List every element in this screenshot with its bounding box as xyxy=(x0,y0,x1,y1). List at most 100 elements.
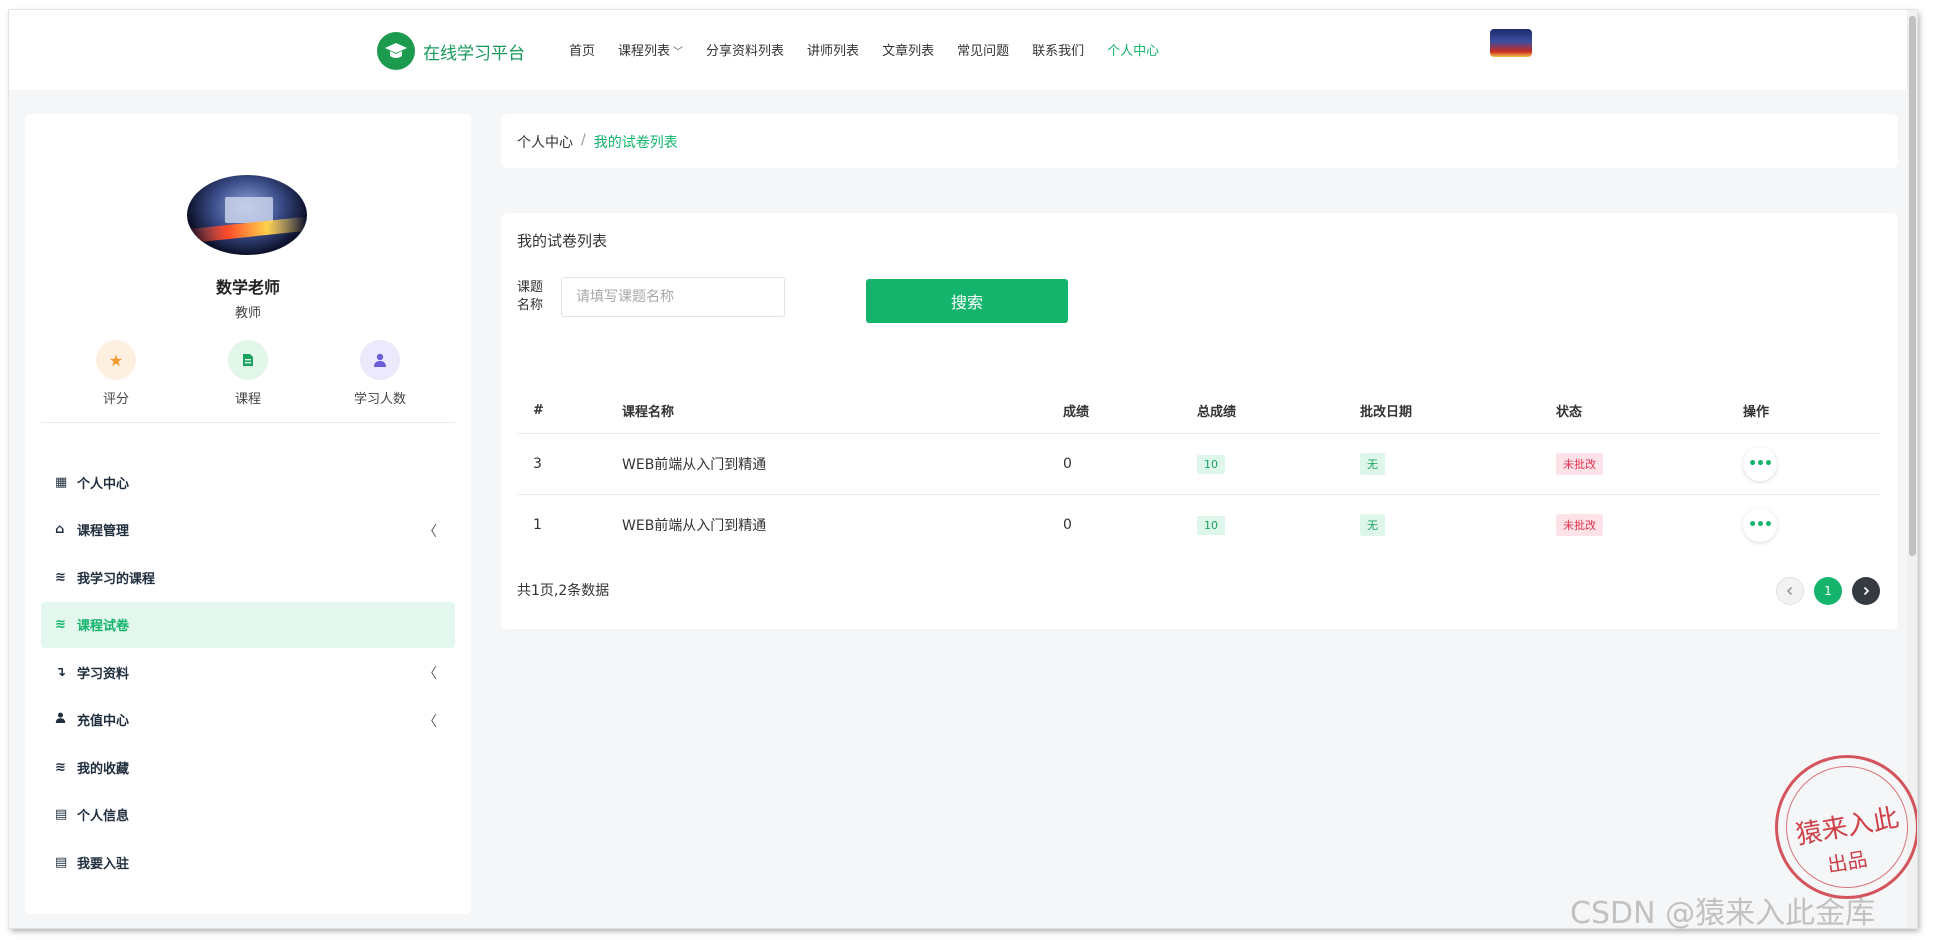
table-row: 3 WEB前端从入门到精通 0 10 无 未批改 ••• xyxy=(517,434,1881,495)
total-score-badge: 10 xyxy=(1197,454,1225,474)
level-down-icon: ↴ xyxy=(55,664,66,680)
brand-name: 在线学习平台 xyxy=(423,43,525,64)
sidebar-item-course-management[interactable]: ⌂ 课程管理 〈 xyxy=(41,507,455,553)
page-button-current[interactable]: 1 xyxy=(1814,577,1842,605)
layers-icon: ≋ xyxy=(55,569,66,585)
more-actions-button[interactable]: ••• xyxy=(1743,508,1777,542)
stat-rating[interactable]: ★ 评分 xyxy=(76,340,156,407)
sidebar-item-label: 我要入驻 xyxy=(77,856,130,872)
user-icon xyxy=(55,712,77,727)
exam-table: # 课程名称 成绩 总成绩 批改日期 状态 操作 3 WEB前端从入门到精通 0… xyxy=(517,388,1881,555)
chevron-left-icon: 〈 xyxy=(423,523,437,540)
profile-name: 数学老师 xyxy=(215,278,280,297)
brand[interactable]: 在线学习平台 xyxy=(377,32,525,70)
search-button[interactable]: 搜索 xyxy=(866,279,1068,323)
nav-articles[interactable]: 文章列表 xyxy=(882,40,934,59)
sidebar-item-recharge-center[interactable]: 充值中心 〈 xyxy=(41,697,455,743)
layers-icon: ≋ xyxy=(55,617,66,632)
search-input[interactable] xyxy=(561,277,785,317)
nav-lecturers[interactable]: 讲师列表 xyxy=(807,40,859,59)
sidebar: 数学老师 教师 ★ 评分 课程 学习人数 ▦ 个人中心 ⌂ 课程管理 〈 ≋ 我… xyxy=(25,114,471,914)
status-badge: 未批改 xyxy=(1556,453,1603,475)
id-card-icon: ▤ xyxy=(55,807,68,822)
cell-index: 1 xyxy=(533,517,542,533)
breadcrumb-current: 我的试卷列表 xyxy=(593,135,678,151)
status-badge: 未批改 xyxy=(1556,514,1603,536)
review-date-badge: 无 xyxy=(1360,453,1385,475)
avatar-building-shape xyxy=(225,197,273,223)
sidebar-divider xyxy=(41,422,455,423)
exam-list-card: 我的试卷列表 课题名称 搜索 # 课程名称 成绩 总成绩 批改日期 状态 操作 … xyxy=(501,213,1898,629)
breadcrumb-separator: / xyxy=(581,132,586,148)
nav-shared-materials[interactable]: 分享资料列表 xyxy=(706,40,784,59)
star-icon: ★ xyxy=(96,340,136,380)
layers-icon: ≋ xyxy=(55,759,66,775)
watermark-stamp: 猿来入此 出品 xyxy=(1775,755,1917,899)
more-actions-button[interactable]: ••• xyxy=(1743,447,1777,481)
sidebar-item-label: 学习资料 xyxy=(77,666,130,682)
sidebar-item-my-favorites[interactable]: ≋ 我的收藏 xyxy=(41,744,455,790)
sidebar-item-label: 课程试卷 xyxy=(77,619,130,634)
sidebar-item-my-courses[interactable]: ≋ 我学习的课程 xyxy=(41,554,455,600)
col-header-score: 成绩 xyxy=(1063,405,1090,420)
top-header: 在线学习平台 首页 课程列表 ﹀ 分享资料列表 讲师列表 文章列表 常见问题 联系… xyxy=(9,10,1917,90)
sidebar-item-personal-info[interactable]: ▤ 个人信息 xyxy=(41,792,455,838)
col-header-total: 总成绩 xyxy=(1197,405,1237,420)
profile-role: 教师 xyxy=(234,306,261,321)
header-avatar[interactable] xyxy=(1490,29,1532,57)
breadcrumb: 个人中心 / 我的试卷列表 xyxy=(517,132,678,152)
sidebar-menu: ▦ 个人中心 ⌂ 课程管理 〈 ≋ 我学习的课程 ≋ 课程试卷 ↴ 学习资料 〈 xyxy=(41,459,455,887)
stat-courses[interactable]: 课程 xyxy=(208,340,288,407)
chevron-left-icon: 〈 xyxy=(423,666,437,682)
cell-score: 0 xyxy=(1063,517,1072,533)
sidebar-item-study-materials[interactable]: ↴ 学习资料 〈 xyxy=(41,649,455,695)
breadcrumb-home[interactable]: 个人中心 xyxy=(517,132,573,152)
chevron-left-icon: 〈 xyxy=(423,713,437,730)
page-title: 我的试卷列表 xyxy=(517,232,608,250)
sidebar-item-label: 我学习的课程 xyxy=(77,571,156,587)
sidebar-item-label: 个人信息 xyxy=(77,809,130,824)
chevron-down-icon: ﹀ xyxy=(673,47,684,58)
breadcrumb-card: 个人中心 / 我的试卷列表 xyxy=(501,114,1898,168)
col-header-date: 批改日期 xyxy=(1360,405,1413,420)
pagination: 1 xyxy=(1766,577,1880,605)
stat-learners-label: 学习人数 xyxy=(353,392,406,407)
pagination-summary: 共1页,2条数据 xyxy=(517,583,610,599)
profile-avatar xyxy=(187,175,307,255)
nav-courses[interactable]: 课程列表 ﹀ xyxy=(618,40,683,59)
stat-courses-label: 课程 xyxy=(234,392,261,407)
prev-page-button[interactable] xyxy=(1776,577,1804,605)
sidebar-item-label: 充值中心 xyxy=(77,714,130,729)
review-date-badge: 无 xyxy=(1360,514,1385,536)
search-label: 课题名称 xyxy=(517,280,544,313)
stat-rating-label: 评分 xyxy=(102,392,129,407)
sidebar-item-label: 课程管理 xyxy=(77,524,130,539)
csdn-watermark: CSDN @猿来入此金库 xyxy=(1570,896,1876,931)
sidebar-item-course-exams[interactable]: ≋ 课程试卷 xyxy=(41,601,455,648)
nav-faq[interactable]: 常见问题 xyxy=(957,40,1009,59)
total-score-badge: 10 xyxy=(1197,515,1225,535)
scrollbar-thumb[interactable] xyxy=(1909,16,1916,556)
user-icon xyxy=(360,340,400,380)
document-icon xyxy=(228,340,268,380)
next-page-button[interactable] xyxy=(1852,577,1880,605)
nav-contact[interactable]: 联系我们 xyxy=(1032,40,1084,59)
cell-course: WEB前端从入门到精通 xyxy=(622,457,767,473)
nav-personal-center[interactable]: 个人中心 xyxy=(1107,40,1159,59)
sidebar-item-label: 我的收藏 xyxy=(77,761,130,777)
stat-learners[interactable]: 学习人数 xyxy=(340,340,420,407)
sidebar-item-join[interactable]: ▤ 我要入驻 xyxy=(41,839,455,885)
table-header: # 课程名称 成绩 总成绩 批改日期 状态 操作 xyxy=(517,388,1881,434)
main-nav: 首页 课程列表 ﹀ 分享资料列表 讲师列表 文章列表 常见问题 联系我们 个人中心 xyxy=(569,40,1182,59)
table-row: 1 WEB前端从入门到精通 0 10 无 未批改 ••• xyxy=(517,495,1881,555)
cell-score: 0 xyxy=(1063,456,1072,472)
graduation-cap-icon xyxy=(377,32,415,70)
grid-icon: ▦ xyxy=(55,474,68,490)
col-header-index: # xyxy=(533,403,544,418)
sidebar-item-label: 个人中心 xyxy=(77,476,130,492)
page-frame: 在线学习平台 首页 课程列表 ﹀ 分享资料列表 讲师列表 文章列表 常见问题 联系… xyxy=(9,10,1917,928)
nav-home[interactable]: 首页 xyxy=(569,40,595,59)
col-header-course: 课程名称 xyxy=(622,405,675,420)
nav-courses-label: 课程列表 xyxy=(618,44,671,59)
sidebar-item-personal-center[interactable]: ▦ 个人中心 xyxy=(41,459,455,505)
